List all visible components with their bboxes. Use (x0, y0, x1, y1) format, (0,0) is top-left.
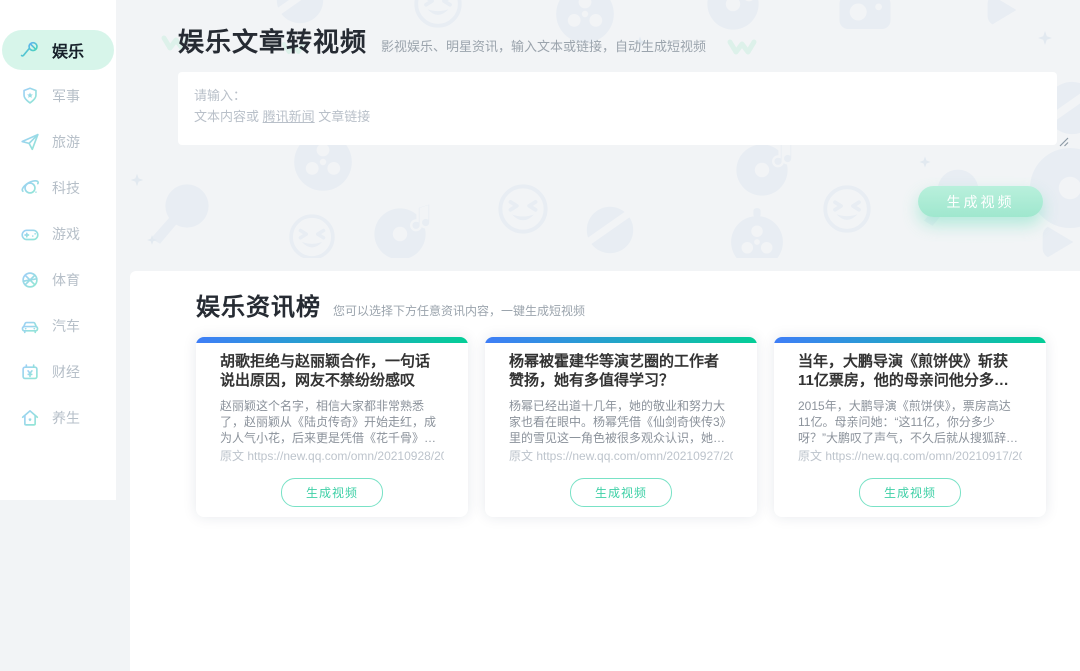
sidebar-item-finance[interactable]: 财经 (2, 352, 114, 392)
card-generate-video-button[interactable]: 生成视频 (281, 478, 383, 507)
microphone-icon (19, 39, 41, 61)
sidebar-item-label: 娱乐 (52, 38, 84, 62)
feed-panel: 娱乐资讯榜 您可以选择下方任意资讯内容，一键生成短视频 胡歌拒绝与赵丽颖合作，一… (130, 271, 1080, 671)
card-source-url: 原文 https://new.qq.com/omn/20210927/20210… (509, 448, 733, 464)
page-subtitle: 影视娱乐、明星资讯，输入文本或链接，自动生成短视频 (381, 36, 706, 55)
sidebar-item-sports[interactable]: 体育 (2, 260, 114, 300)
sidebar-item-label: 汽车 (52, 316, 80, 336)
card-body: 当年，大鹏导演《煎饼侠》斩获11亿票房，他的母亲问他分多少钱？大… 2015年，… (774, 343, 1046, 507)
sidebar-item-military[interactable]: 军事 (2, 76, 114, 116)
planet-icon (19, 177, 41, 199)
news-card: 当年，大鹏导演《煎饼侠》斩获11亿票房，他的母亲问他分多少钱？大… 2015年，… (774, 337, 1046, 517)
basketball-icon (19, 269, 41, 291)
card-excerpt: 2015年，大鹏导演《煎饼侠》，票房高达11亿。母亲问她：“这11亿，你分多少呀… (798, 398, 1022, 446)
card-excerpt: 杨幂已经出道十几年，她的敬业和努力大家也看在眼中。杨幂凭借《仙剑奇侠传3》里的雪… (509, 398, 733, 446)
news-card: 杨幂被霍建华等演艺圈的工作者赞扬，她有多值得学习？ 杨幂已经出道十几年，她的敬业… (485, 337, 757, 517)
sidebar-item-label: 养生 (52, 408, 80, 428)
hero-header: 娱乐文章转视频 影视娱乐、明星资讯，输入文本或链接，自动生成短视频 (178, 22, 706, 59)
sidebar-item-label: 旅游 (52, 132, 80, 152)
hero-section: 娱乐文章转视频 影视娱乐、明星资讯，输入文本或链接，自动生成短视频 请输入： 文… (116, 0, 1080, 258)
sidebar-item-label: 科技 (52, 178, 80, 198)
card-title: 当年，大鹏导演《煎饼侠》斩获11亿票房，他的母亲问他分多少钱？大… (798, 352, 1022, 390)
sidebar-item-games[interactable]: 游戏 (2, 214, 114, 254)
card-body: 胡歌拒绝与赵丽颖合作，一句话说出原因，网友不禁纷纷感叹 赵丽颖这个名字，相信大家… (196, 343, 468, 507)
news-card-list: 胡歌拒绝与赵丽颖合作，一句话说出原因，网友不禁纷纷感叹 赵丽颖这个名字，相信大家… (196, 337, 1046, 517)
sidebar-item-label: 军事 (52, 86, 80, 106)
card-excerpt: 赵丽颖这个名字，相信大家都非常熟悉了，赵丽颖从《陆贞传奇》开始走红，成为人气小花… (220, 398, 444, 446)
sidebar-item-health[interactable]: 养生 (2, 398, 114, 438)
sidebar-item-cars[interactable]: 汽车 (2, 306, 114, 346)
gamepad-icon (19, 223, 41, 245)
sidebar-item-label: 财经 (52, 362, 80, 382)
sidebar-item-tech[interactable]: 科技 (2, 168, 114, 208)
feed-header: 娱乐资讯榜 您可以选择下方任意资讯内容，一键生成短视频 (130, 271, 1080, 322)
shield-icon (19, 85, 41, 107)
card-source-url: 原文 https://new.qq.com/omn/20210917/20210… (798, 448, 1022, 464)
feed-title: 娱乐资讯榜 (196, 287, 321, 322)
card-body: 杨幂被霍建华等演艺圈的工作者赞扬，她有多值得学习？ 杨幂已经出道十几年，她的敬业… (485, 343, 757, 507)
placeholder-line1: 请输入： (194, 85, 1041, 106)
card-title: 杨幂被霍建华等演艺圈的工作者赞扬，她有多值得学习？ (509, 352, 733, 390)
card-generate-video-button[interactable]: 生成视频 (570, 478, 672, 507)
placeholder-line2: 文本内容或 腾讯新闻 文章链接 (194, 106, 1041, 127)
feed-subtitle: 您可以选择下方任意资讯内容，一键生成短视频 (333, 302, 585, 319)
page-title: 娱乐文章转视频 (178, 22, 367, 59)
resize-handle-icon[interactable] (1057, 135, 1069, 147)
sidebar-item-label: 体育 (52, 270, 80, 290)
generate-video-button[interactable]: 生成视频 (918, 186, 1043, 217)
sidebar-item-travel[interactable]: 旅游 (2, 122, 114, 162)
card-title: 胡歌拒绝与赵丽颖合作，一句话说出原因，网友不禁纷纷感叹 (220, 352, 444, 390)
calendar-icon (19, 361, 41, 383)
tencent-news-link[interactable]: 腾讯新闻 (263, 109, 315, 124)
house-icon (19, 407, 41, 429)
news-card: 胡歌拒绝与赵丽颖合作，一句话说出原因，网友不禁纷纷感叹 赵丽颖这个名字，相信大家… (196, 337, 468, 517)
sidebar-item-label: 游戏 (52, 224, 80, 244)
sidebar-item-entertainment[interactable]: 娱乐 (2, 30, 114, 70)
article-input[interactable]: 请输入： 文本内容或 腾讯新闻 文章链接 (178, 72, 1057, 145)
plane-icon (19, 131, 41, 153)
card-generate-video-button[interactable]: 生成视频 (859, 478, 961, 507)
card-source-url: 原文 https://new.qq.com/omn/20210928/20210… (220, 448, 444, 464)
input-placeholder: 请输入： 文本内容或 腾讯新闻 文章链接 (194, 85, 1041, 127)
car-icon (19, 315, 41, 337)
category-sidebar: 娱乐 军事 旅游 科技 游戏 (0, 0, 116, 500)
